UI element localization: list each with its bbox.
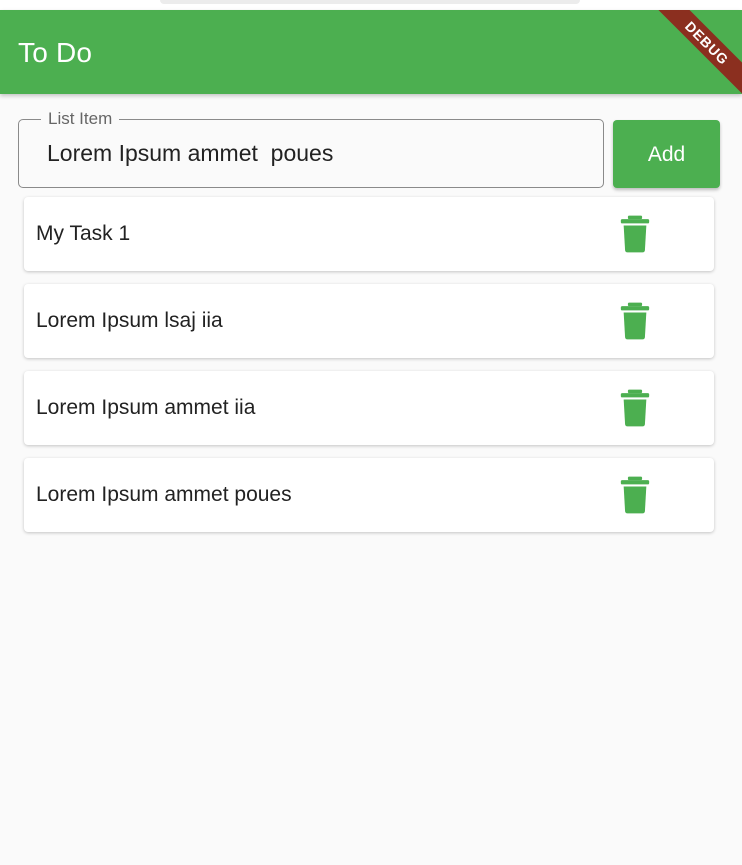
app-bar: To Do DEBUG xyxy=(0,10,742,94)
delete-button[interactable] xyxy=(618,301,652,341)
add-button[interactable]: Add xyxy=(613,120,720,188)
task-text: My Task 1 xyxy=(36,222,131,245)
task-card: Lorem Ipsum ammet iia xyxy=(24,371,714,445)
task-card: Lorem Ipsum lsaj iia xyxy=(24,284,714,358)
list-item-input[interactable] xyxy=(47,137,567,169)
trash-icon xyxy=(620,302,650,340)
task-card: My Task 1 xyxy=(24,197,714,271)
task-text: Lorem Ipsum ammet iia xyxy=(36,396,256,419)
page-title: To Do xyxy=(18,37,93,68)
delete-button[interactable] xyxy=(618,388,652,428)
list-item-field[interactable]: List Item xyxy=(18,109,604,188)
task-text: Lorem Ipsum lsaj iia xyxy=(36,309,223,332)
trash-icon xyxy=(620,476,650,514)
app-window: To Do DEBUG List Item Add My Task 1 Lore… xyxy=(0,0,742,865)
trash-icon xyxy=(620,389,650,427)
delete-button[interactable] xyxy=(618,475,652,515)
trash-icon xyxy=(620,215,650,253)
delete-button[interactable] xyxy=(618,214,652,254)
task-text: Lorem Ipsum ammet poues xyxy=(36,483,292,506)
list-item-label: List Item xyxy=(41,109,120,129)
status-bar xyxy=(0,0,742,10)
top-handle xyxy=(160,0,580,4)
task-list: My Task 1 Lorem Ipsum lsaj iia Lorem Ips… xyxy=(24,197,714,545)
task-card: Lorem Ipsum ammet poues xyxy=(24,458,714,532)
debug-ribbon: DEBUG xyxy=(649,10,742,94)
